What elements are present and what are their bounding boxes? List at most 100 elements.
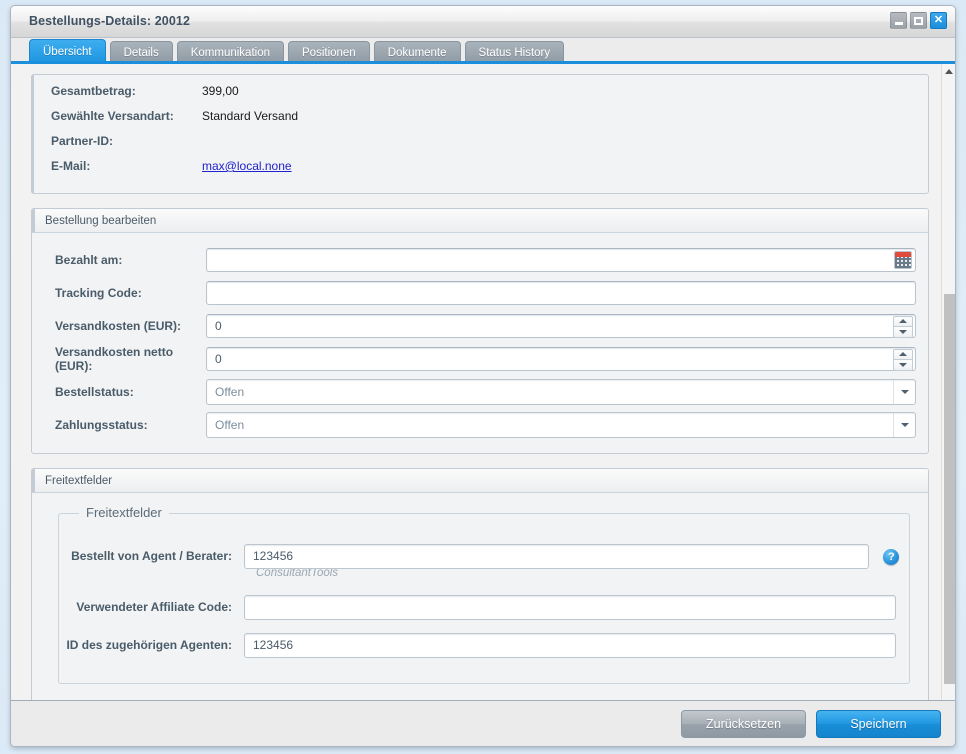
summary-row-partner-id: Partner-ID: xyxy=(40,134,916,159)
payment-status-field-wrap: Offen xyxy=(206,411,916,438)
chevron-down-icon xyxy=(899,362,907,367)
field-row-paid-on: Bezahlt am: xyxy=(44,243,916,276)
minimize-icon xyxy=(894,22,903,25)
tracking-code-label: Tracking Code: xyxy=(55,285,142,300)
stepper-down-button[interactable] xyxy=(893,326,913,338)
save-button[interactable]: Speichern xyxy=(816,709,941,738)
maximize-button[interactable] xyxy=(910,12,927,29)
edit-order-panel-title: Bestellung bearbeiten xyxy=(32,209,928,233)
reset-button[interactable]: Zurücksetzen xyxy=(681,709,806,738)
agent-input[interactable] xyxy=(244,543,869,569)
email-link[interactable]: max@local.none xyxy=(202,159,292,173)
freetext-panel-title: Freitextfelder xyxy=(32,469,928,493)
freetext-panel-body: Freitextfelder Bestellt von Agent / Bera… xyxy=(32,493,928,702)
freetext-fieldset: Freitextfelder Bestellt von Agent / Bera… xyxy=(58,505,910,684)
tab-label: Dokumente xyxy=(387,47,447,59)
tab-label: Positionen xyxy=(302,47,356,59)
help-icon[interactable]: ? xyxy=(883,548,900,565)
summary-value: 399,00 xyxy=(202,84,239,98)
shipping-gross-field-wrap xyxy=(206,313,916,338)
maximize-icon xyxy=(914,16,923,25)
chevron-down-glyph xyxy=(900,389,909,394)
chevron-up-icon xyxy=(899,319,907,324)
chevron-down-icon xyxy=(899,329,907,334)
scrollbar-thumb[interactable] xyxy=(944,294,955,684)
payment-status-label: Zahlungsstatus: xyxy=(55,417,148,432)
minimize-button[interactable] xyxy=(890,12,907,29)
summary-value: max@local.none xyxy=(202,159,292,173)
agent-id-label: ID des zugehörigen Agenten: xyxy=(66,638,232,652)
summary-panel: Gesamtbetrag: 399,00 Gewählte Versandart… xyxy=(31,74,929,194)
window-controls: ✕ xyxy=(890,12,947,29)
window-title: Bestellungs-Details: 20012 xyxy=(29,14,190,28)
freetext-fieldset-legend: Freitextfelder xyxy=(79,505,169,520)
tab-label: Kommunikation xyxy=(190,47,270,59)
field-row-payment-status: Zahlungsstatus: Offen xyxy=(44,408,916,441)
order-status-select[interactable]: Offen xyxy=(206,378,916,405)
calendar-icon-grid xyxy=(895,256,911,268)
paid-on-input[interactable] xyxy=(206,247,916,272)
summary-value: Standard Versand xyxy=(202,109,299,123)
order-status-label: Bestellstatus: xyxy=(55,384,134,399)
shipping-gross-label: Versandkosten (EUR): xyxy=(55,318,182,333)
scroll-up-button[interactable] xyxy=(942,64,955,79)
field-row-shipping-net: Versandkosten netto (EUR): xyxy=(44,342,916,375)
order-details-window: Bestellungs-Details: 20012 ✕ Übersicht D… xyxy=(10,5,956,747)
shipping-gross-input[interactable] xyxy=(206,313,916,338)
content-scroll: Gesamtbetrag: 399,00 Gewählte Versandart… xyxy=(11,64,943,710)
field-row-shipping-gross: Versandkosten (EUR): xyxy=(44,309,916,342)
agent-id-input[interactable] xyxy=(244,632,896,658)
tracking-code-input[interactable] xyxy=(206,280,916,305)
freetext-panel: Freitextfelder Freitextfelder Bestellt v… xyxy=(31,468,929,703)
payment-status-value: Offen xyxy=(215,417,245,432)
chevron-down-icon[interactable] xyxy=(893,379,915,404)
payment-status-select[interactable]: Offen xyxy=(206,411,916,438)
chevron-down-glyph xyxy=(900,422,909,427)
field-row-tracking-code: Tracking Code: xyxy=(44,276,916,309)
edit-order-panel-body: Bezahlt am: Tracking Code: Versandkosten… xyxy=(32,233,928,453)
affiliate-field-wrap xyxy=(244,594,896,620)
vertical-scrollbar[interactable] xyxy=(941,64,955,710)
tab-label: Details xyxy=(123,47,159,59)
field-row-agent-id: ID des zugehörigen Agenten: xyxy=(59,629,909,661)
field-row-agent: Bestellt von Agent / Berater: ? xyxy=(59,540,909,572)
shipping-net-input[interactable] xyxy=(206,346,916,371)
summary-label: Partner-ID: xyxy=(51,134,114,148)
summary-label: Gewählte Versandart: xyxy=(51,109,174,123)
shipping-gross-stepper xyxy=(893,315,913,338)
window-titlebar: Bestellungs-Details: 20012 ✕ xyxy=(11,6,955,38)
edit-order-panel: Bestellung bearbeiten Bezahlt am: Tracki… xyxy=(31,208,929,454)
stepper-up-button[interactable] xyxy=(893,348,913,359)
affiliate-input[interactable] xyxy=(244,594,896,620)
tab-label: Status History xyxy=(478,47,551,59)
paid-on-field-wrap xyxy=(206,247,916,272)
order-status-field-wrap: Offen xyxy=(206,378,916,405)
agent-field-wrap: ? xyxy=(244,543,900,569)
shipping-net-field-wrap xyxy=(206,346,916,371)
tab-bar: Übersicht Details Kommunikation Position… xyxy=(11,38,955,64)
calendar-icon[interactable] xyxy=(894,250,912,269)
chevron-down-icon[interactable] xyxy=(893,412,915,437)
content-area: Gesamtbetrag: 399,00 Gewählte Versandart… xyxy=(11,64,955,710)
summary-row-versandart: Gewählte Versandart: Standard Versand xyxy=(40,109,916,134)
affiliate-label: Verwendeter Affiliate Code: xyxy=(76,600,232,614)
shipping-net-label: Versandkosten netto (EUR): xyxy=(55,344,174,373)
close-button[interactable]: ✕ xyxy=(930,12,947,29)
summary-label: E-Mail: xyxy=(51,159,91,173)
stepper-down-button[interactable] xyxy=(893,359,913,371)
paid-on-label: Bezahlt am: xyxy=(55,252,123,267)
agent-label: Bestellt von Agent / Berater: xyxy=(71,549,232,563)
tab-label: Übersicht xyxy=(43,46,92,58)
scroll-up-icon xyxy=(944,69,953,74)
agent-id-field-wrap xyxy=(244,632,896,658)
dialog-footer: Zurücksetzen Speichern xyxy=(11,700,955,746)
chevron-up-icon xyxy=(899,352,907,357)
field-row-affiliate: Verwendeter Affiliate Code: xyxy=(59,591,909,623)
agent-hint: ConsultantTools xyxy=(256,567,339,579)
summary-row-email: E-Mail: max@local.none xyxy=(40,159,916,184)
summary-row-gesamtbetrag: Gesamtbetrag: 399,00 xyxy=(40,84,916,109)
stepper-up-button[interactable] xyxy=(893,315,913,326)
tracking-code-field-wrap xyxy=(206,280,916,305)
order-status-value: Offen xyxy=(215,384,245,399)
summary-label: Gesamtbetrag: xyxy=(51,84,136,98)
